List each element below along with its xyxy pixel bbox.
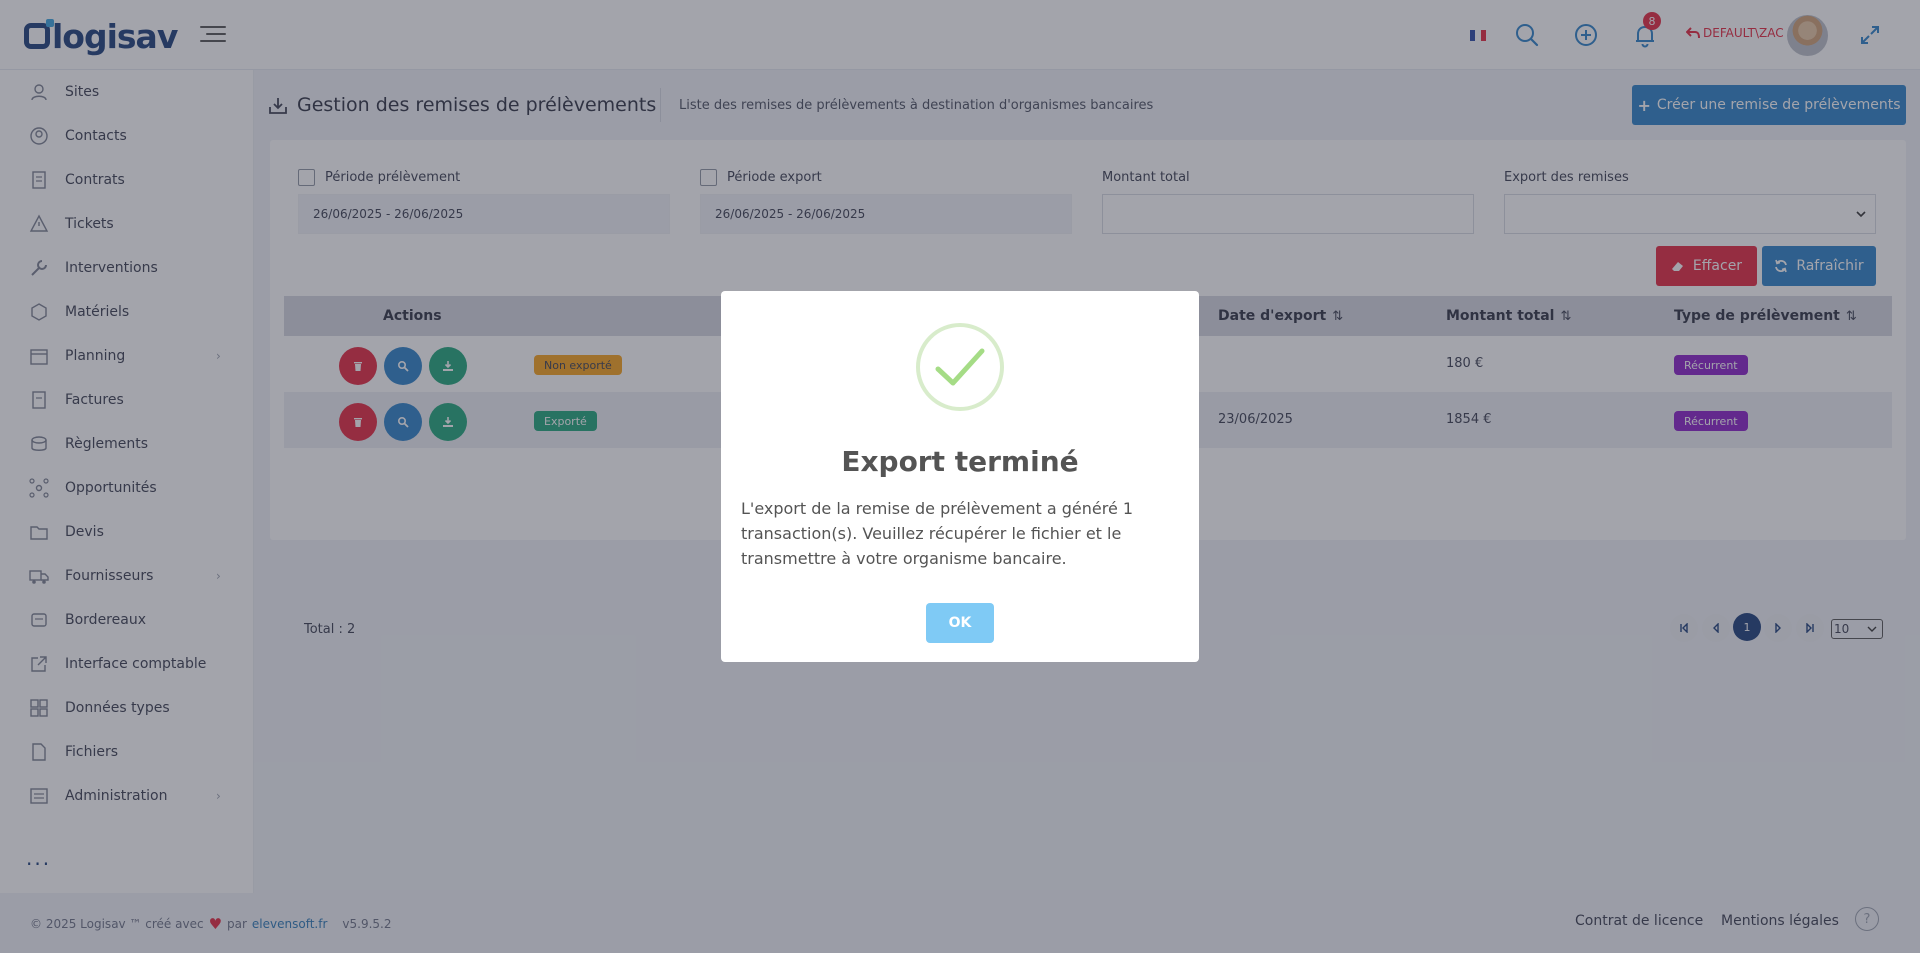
dialog-message: L'export de la remise de prélèvement a g… — [741, 499, 1134, 568]
dialog-title: Export terminé — [841, 445, 1079, 478]
ok-button[interactable]: OK — [926, 603, 994, 643]
export-complete-dialog: Export terminé L'export de la remise de … — [721, 291, 1199, 662]
success-check-icon — [916, 323, 1004, 411]
